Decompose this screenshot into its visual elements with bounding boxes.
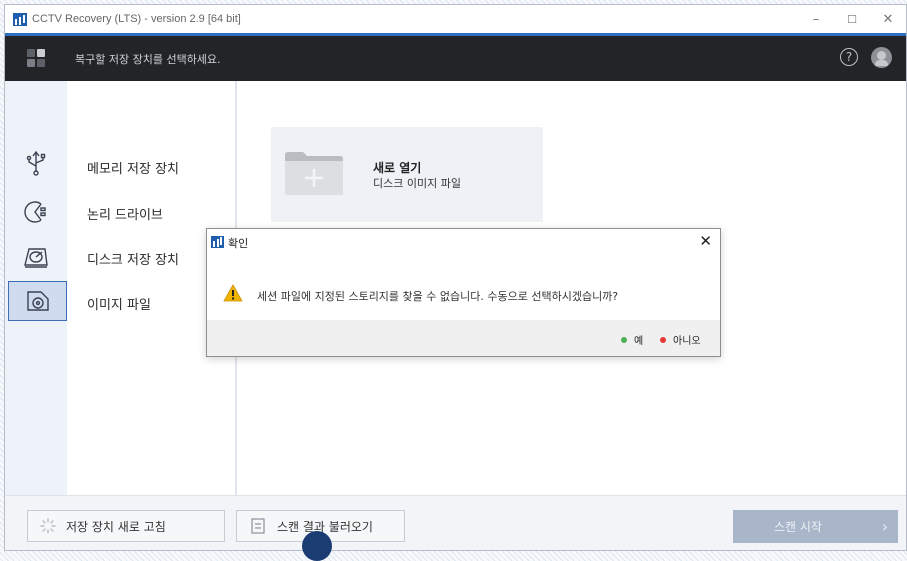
minimize-button[interactable]: –: [798, 5, 834, 33]
yes-button[interactable]: 예: [621, 332, 643, 347]
folder-add-icon: [283, 149, 345, 197]
sidebar-item-logical-drive[interactable]: 논리 드라이브: [87, 204, 163, 223]
app-logo-icon: [13, 12, 27, 26]
no-dot-icon: [660, 336, 666, 343]
start-scan-button[interactable]: 스캔 시작 ›: [733, 510, 898, 543]
refresh-storage-button[interactable]: 저장 장치 새로 고침: [27, 510, 225, 542]
dialog-message: 세션 파일에 지정된 스토리지를 찾을 수 없습니다. 수동으로 선택하시겠습니…: [257, 290, 619, 303]
dialog-button-bar: 예 아니오: [207, 320, 720, 356]
no-button[interactable]: 아니오: [660, 332, 701, 347]
disk-image-icon[interactable]: [8, 281, 67, 321]
yes-label: 예: [634, 336, 644, 347]
maximize-button[interactable]: ☐: [834, 5, 870, 33]
help-icon[interactable]: ?: [840, 48, 858, 66]
dialog-title: 확인: [228, 237, 249, 250]
window-title: CCTV Recovery (LTS) - version 2.9 [64 bi…: [32, 13, 241, 25]
close-window-button[interactable]: ✕: [870, 5, 906, 33]
warning-icon: [223, 284, 243, 302]
app-header: 복구할 저장 장치를 선택하세요. ?: [5, 36, 906, 81]
load-scan-results-label: 스캔 결과 불러오기: [277, 519, 373, 534]
refresh-storage-label: 저장 장치 새로 고침: [66, 519, 166, 534]
sidebar-item-memory-storage[interactable]: 메모리 저장 장치: [87, 158, 179, 177]
usb-icon[interactable]: [19, 146, 53, 180]
document-icon: [251, 518, 265, 534]
start-scan-label: 스캔 시작: [774, 520, 822, 534]
sidebar-icon-column: [5, 81, 67, 495]
cursor-indicator: [302, 531, 332, 561]
header-instruction: 복구할 저장 장치를 선택하세요.: [75, 52, 221, 66]
no-label: 아니오: [673, 336, 701, 347]
yes-dot-icon: [621, 336, 627, 343]
dialog-app-icon: [211, 236, 224, 248]
user-account-icon[interactable]: [871, 47, 892, 68]
pie-drive-icon[interactable]: [19, 195, 53, 229]
app-grid-icon[interactable]: [27, 48, 47, 69]
open-image-card[interactable]: 새로 열기 디스크 이미지 파일: [271, 127, 543, 222]
dialog-close-button[interactable]: ✕: [699, 232, 712, 250]
hard-disk-icon[interactable]: [19, 241, 53, 275]
confirm-dialog: 확인 ✕ 세션 파일에 지정된 스토리지를 찾을 수 없습니다. 수동으로 선택…: [206, 228, 721, 357]
sidebar-item-image-file[interactable]: 이미지 파일: [87, 294, 151, 313]
open-card-title: 새로 열기: [373, 161, 422, 175]
open-card-subtitle: 디스크 이미지 파일: [373, 177, 461, 190]
sidebar-item-disk-storage[interactable]: 디스크 저장 장치: [87, 249, 179, 268]
title-bar: CCTV Recovery (LTS) - version 2.9 [64 bi…: [5, 5, 906, 36]
refresh-spinner-icon: [40, 518, 56, 534]
chevron-right-icon: ›: [881, 517, 888, 536]
footer-bar: 저장 장치 새로 고침 스캔 결과 불러오기 스캔 시작 ›: [5, 495, 906, 550]
